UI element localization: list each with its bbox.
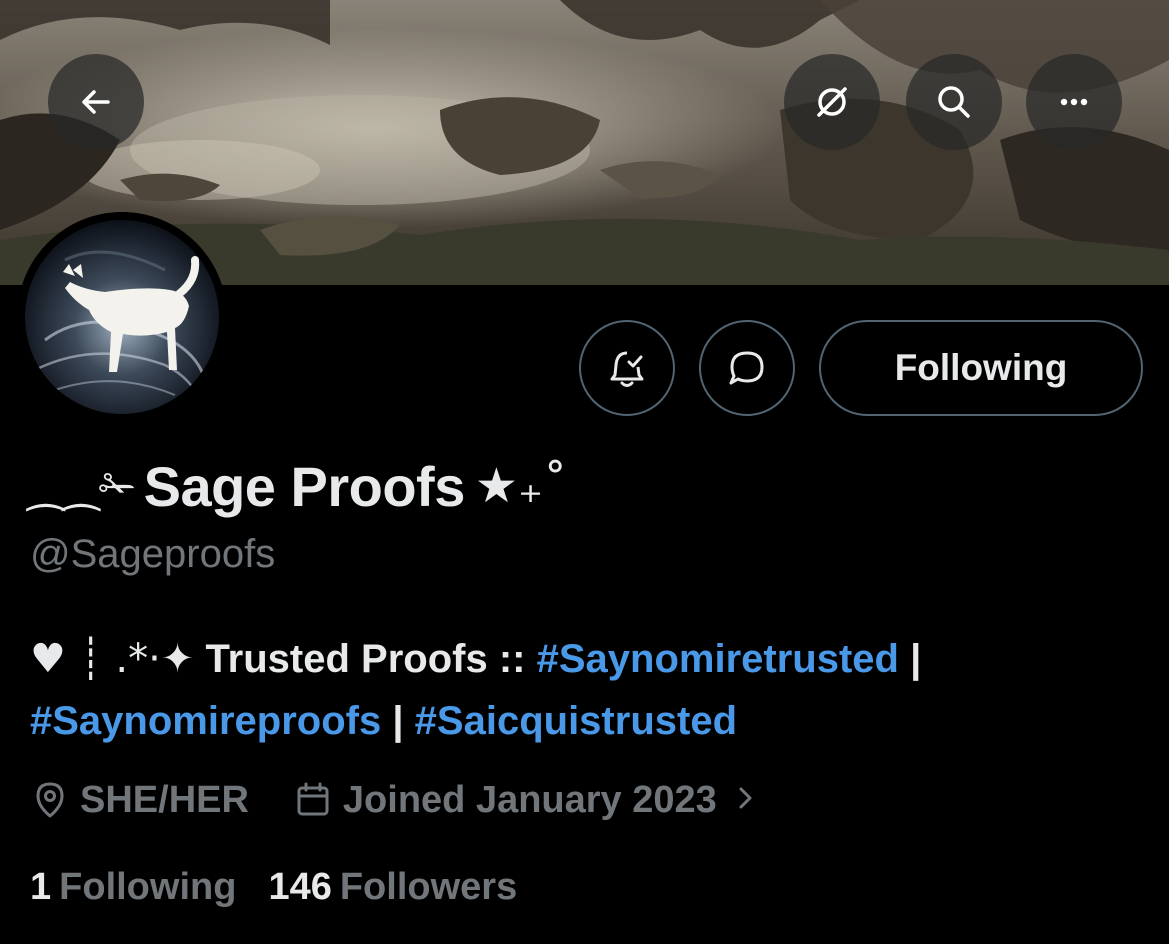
profile-bio: ♥ ┊ .*·✦ Trusted Proofs :: #Saynomiretru… bbox=[30, 628, 1150, 752]
bio-decoration: ♥ ┊ .*·✦ bbox=[30, 636, 195, 682]
joined-date-text: Joined January 2023 bbox=[342, 778, 717, 821]
followers-label: Followers bbox=[339, 865, 518, 908]
chat-bubble-icon bbox=[729, 351, 764, 385]
bio-separator: | bbox=[392, 699, 404, 743]
translate-off-icon bbox=[817, 87, 847, 117]
location-pin-icon bbox=[36, 782, 64, 818]
search-button[interactable] bbox=[906, 54, 1002, 150]
followers-count: 146 bbox=[268, 865, 332, 908]
bell-check-icon bbox=[610, 351, 644, 387]
notifications-button[interactable] bbox=[579, 320, 675, 416]
bio-text: Trusted Proofs :: bbox=[205, 637, 526, 681]
bio-separator: | bbox=[910, 637, 922, 681]
message-button[interactable] bbox=[699, 320, 795, 416]
name-suffix-decoration: ★₊˚ bbox=[474, 458, 568, 514]
more-horizontal-icon bbox=[1060, 98, 1088, 106]
following-count: 1 bbox=[30, 865, 52, 908]
display-name: ⁔⁔✁ Sage Proofs ★₊˚ bbox=[28, 446, 567, 526]
following-stat[interactable]: 1 Following bbox=[30, 866, 236, 909]
arrow-left-icon bbox=[82, 90, 110, 114]
hashtag-link[interactable]: #Saynomireproofs bbox=[30, 699, 381, 743]
profile-meta: SHE/HER Joined January 2023 bbox=[30, 772, 759, 828]
location-item: SHE/HER bbox=[30, 779, 249, 822]
following-button[interactable]: Following bbox=[819, 320, 1143, 416]
follow-stats: 1 Following 146 Followers bbox=[30, 862, 517, 912]
hashtag-link[interactable]: #Saicquistrusted bbox=[415, 699, 737, 743]
name-prefix-decoration: ⁔⁔✁ bbox=[28, 460, 136, 512]
profile-page: Following ⁔⁔✁ Sage Proofs ★₊˚ @Sageproof… bbox=[0, 0, 1169, 944]
profile-handle: @Sageproofs bbox=[30, 532, 276, 576]
more-button[interactable] bbox=[1026, 54, 1122, 150]
profile-name: Sage Proofs bbox=[143, 454, 466, 518]
search-icon bbox=[938, 86, 970, 118]
followers-stat[interactable]: 146 Followers bbox=[268, 866, 517, 909]
joined-date-item[interactable]: Joined January 2023 bbox=[293, 779, 759, 822]
hashtag-link[interactable]: #Saynomiretrusted bbox=[537, 637, 899, 681]
avatar-image bbox=[25, 220, 219, 414]
calendar-icon bbox=[297, 782, 329, 816]
translate-button[interactable] bbox=[784, 54, 880, 150]
following-label: Following bbox=[59, 865, 237, 908]
location-text: SHE/HER bbox=[80, 778, 249, 821]
avatar[interactable] bbox=[17, 212, 227, 422]
back-button[interactable] bbox=[48, 54, 144, 150]
chevron-right-icon bbox=[731, 779, 759, 822]
